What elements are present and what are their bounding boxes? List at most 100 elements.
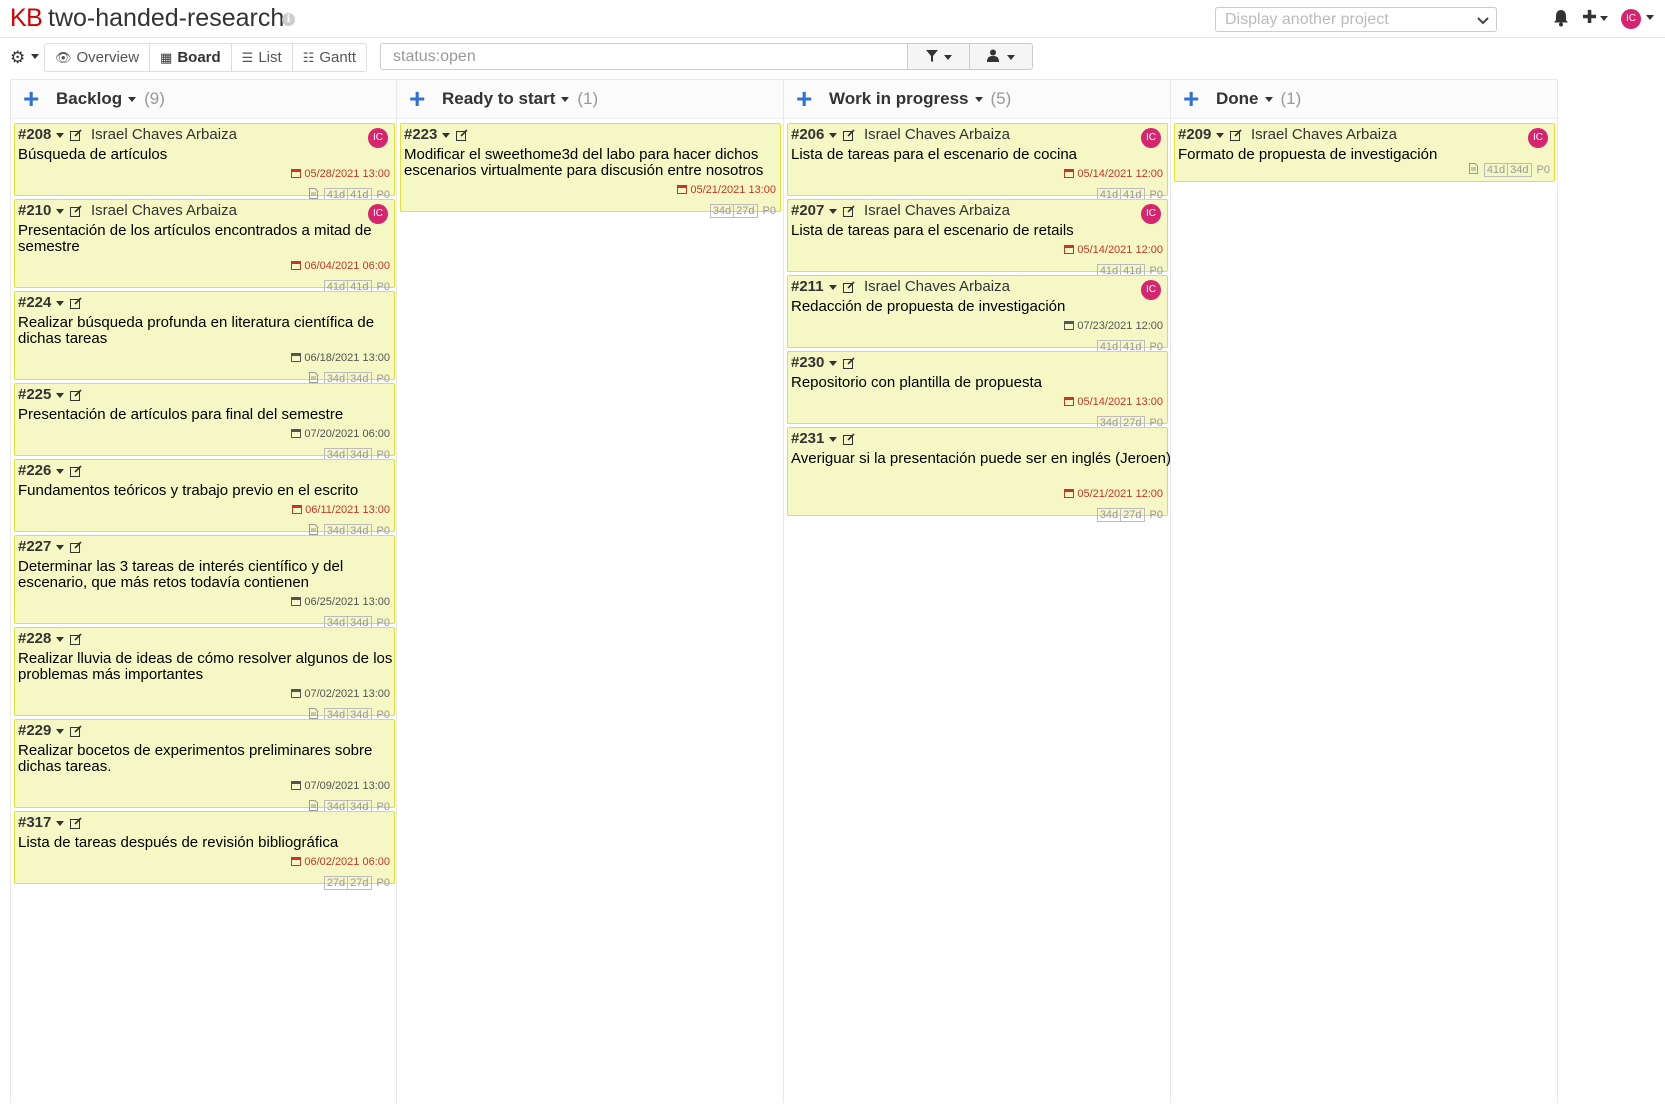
task-id-dropdown[interactable]: #206: [791, 126, 838, 143]
description-icon[interactable]: [1468, 163, 1484, 177]
task-card[interactable]: #225 Presentación de artículos para final…: [14, 383, 395, 462]
edit-icon[interactable]: [70, 816, 82, 829]
task-id-dropdown[interactable]: #209: [1178, 126, 1225, 143]
add-menu-button[interactable]: ✚: [1582, 7, 1609, 28]
task-assignee[interactable]: Israel Chaves Arbaiza: [91, 126, 237, 143]
filter-dropdown-button[interactable]: [907, 43, 970, 70]
task-id-dropdown[interactable]: #228: [18, 630, 65, 647]
task-assignee[interactable]: Israel Chaves Arbaiza: [1251, 126, 1397, 143]
edit-icon[interactable]: [1230, 128, 1242, 141]
view-overview-button[interactable]: 👁 Overview: [45, 44, 151, 71]
task-title[interactable]: Fundamentos teóricos y trabajo previo en…: [18, 483, 408, 499]
task-card[interactable]: #210 Israel Chaves Arbaiza IC Presentación …: [14, 199, 395, 294]
edit-icon[interactable]: [70, 204, 82, 217]
task-id-dropdown[interactable]: #211: [791, 278, 837, 295]
task-id-dropdown[interactable]: #208: [18, 126, 65, 143]
task-id-dropdown[interactable]: #226: [18, 462, 65, 479]
task-assignee[interactable]: Israel Chaves Arbaiza: [91, 202, 237, 219]
task-title[interactable]: Realizar lluvia de ideas de cómo resolve…: [18, 651, 408, 683]
edit-icon[interactable]: [70, 388, 82, 401]
column-title[interactable]: Backlog (9): [56, 89, 165, 109]
task-title[interactable]: Determinar las 3 tareas de interés cient…: [18, 559, 408, 591]
edit-icon[interactable]: [843, 432, 855, 445]
edit-icon[interactable]: [70, 296, 82, 309]
filter-input[interactable]: status:open: [380, 43, 908, 70]
task-title[interactable]: Lista de tareas después de revisión bibl…: [18, 835, 408, 851]
task-card[interactable]: #227 Determinar las 3 tareas de interés c…: [14, 535, 395, 630]
task-title[interactable]: Repositorio con plantilla de propuesta: [791, 375, 1181, 391]
edit-icon[interactable]: [70, 464, 82, 477]
edit-icon[interactable]: [70, 128, 82, 141]
task-card[interactable]: #228 Realizar lluvia de ideas de cómo res…: [14, 627, 395, 722]
edit-icon[interactable]: [843, 204, 855, 217]
caret-down-icon[interactable]: [974, 97, 983, 103]
task-card[interactable]: #231 Averiguar si la presentación puede s…: [787, 427, 1171, 522]
task-title[interactable]: Presentación de los artículos encontrado…: [18, 223, 408, 255]
gear-icon[interactable]: ⚙: [10, 48, 25, 68]
task-title[interactable]: Lista de tareas para el escenario de coc…: [791, 147, 1181, 163]
task-title[interactable]: Búsqueda de artículos: [18, 147, 408, 163]
task-card[interactable]: #230 Repositorio con plantilla de propues…: [787, 351, 1168, 430]
column-title[interactable]: Done (1): [1216, 89, 1301, 109]
add-task-icon[interactable]: +: [796, 85, 812, 113]
edit-icon[interactable]: [843, 128, 855, 141]
view-list-button[interactable]: ☰ List: [231, 44, 293, 71]
caret-down-icon[interactable]: [561, 97, 570, 103]
task-id-dropdown[interactable]: #229: [18, 722, 65, 739]
caret-down-icon[interactable]: [31, 54, 39, 59]
task-card[interactable]: #317 Lista de tareas después de revisión …: [14, 811, 395, 890]
task-id-dropdown[interactable]: #224: [18, 294, 65, 311]
task-id-dropdown[interactable]: #230: [791, 354, 838, 371]
caret-down-icon[interactable]: [1264, 97, 1273, 103]
task-card[interactable]: #208 Israel Chaves Arbaiza IC Búsqueda de a…: [14, 123, 395, 202]
task-card[interactable]: #209 Israel Chaves Arbaiza IC Formato de pr…: [1174, 123, 1555, 182]
task-title[interactable]: Modificar el sweethome3d del labo para h…: [404, 147, 794, 179]
edit-icon[interactable]: [70, 724, 82, 737]
task-title[interactable]: Realizar bocetos de experimentos prelimi…: [18, 743, 408, 775]
task-title[interactable]: Redacción de propuesta de investigación: [791, 299, 1181, 315]
task-assignee[interactable]: Israel Chaves Arbaiza: [864, 126, 1010, 143]
edit-icon[interactable]: [843, 356, 855, 369]
edit-icon[interactable]: [843, 280, 855, 293]
task-title[interactable]: Lista de tareas para el escenario de ret…: [791, 223, 1181, 239]
task-card[interactable]: #207 Israel Chaves Arbaiza IC Lista de tare…: [787, 199, 1168, 278]
task-title[interactable]: Presentación de artículos para final del…: [18, 407, 408, 423]
task-card[interactable]: #223 Modificar el sweethome3d del labo pa…: [400, 123, 781, 218]
add-task-icon[interactable]: +: [23, 85, 39, 113]
task-id-dropdown[interactable]: #223: [404, 126, 451, 143]
view-board-button[interactable]: ▦ Board: [150, 44, 232, 71]
task-card[interactable]: #224 Realizar búsqueda profunda en litera…: [14, 291, 395, 386]
bell-icon[interactable]: [1553, 9, 1569, 27]
task-id-dropdown[interactable]: #225: [18, 386, 65, 403]
task-id-dropdown[interactable]: #231: [791, 430, 838, 447]
app-logo[interactable]: KB: [10, 4, 43, 33]
task-assignee[interactable]: Israel Chaves Arbaiza: [864, 202, 1010, 219]
add-task-icon[interactable]: +: [409, 85, 425, 113]
task-id-dropdown[interactable]: #227: [18, 538, 65, 555]
column-title[interactable]: Ready to start (1): [442, 89, 598, 109]
task-id-dropdown[interactable]: #207: [791, 202, 838, 219]
task-card[interactable]: #226 Fundamentos teóricos y trabajo previ…: [14, 459, 395, 538]
edit-icon[interactable]: [70, 632, 82, 645]
task-id-dropdown[interactable]: #210: [18, 202, 65, 219]
column-title[interactable]: Work in progress (5): [829, 89, 1011, 109]
task-title[interactable]: Realizar búsqueda profunda en literatura…: [18, 315, 408, 347]
task-title[interactable]: Formato de propuesta de investigación: [1178, 147, 1568, 163]
task-title[interactable]: Averiguar si la presentación puede ser e…: [791, 451, 1181, 467]
info-icon[interactable]: i: [282, 13, 295, 26]
caret-down-icon[interactable]: [128, 97, 137, 103]
task-card[interactable]: #211 Israel Chaves Arbaiza IC Redacción de …: [787, 275, 1168, 354]
caret-down-icon: [56, 208, 65, 214]
project-switcher-select[interactable]: Display another project: [1215, 7, 1497, 32]
edit-icon[interactable]: [456, 128, 468, 141]
task-id-dropdown[interactable]: #317: [18, 814, 65, 831]
add-task-icon[interactable]: +: [1183, 85, 1199, 113]
task-card[interactable]: #229 Realizar bocetos de experimentos pre…: [14, 719, 395, 814]
task-assignee[interactable]: Israel Chaves Arbaiza: [864, 278, 1010, 295]
edit-icon[interactable]: [70, 540, 82, 553]
task-card[interactable]: #206 Israel Chaves Arbaiza IC Lista de tare…: [787, 123, 1168, 202]
caret-down-icon[interactable]: [1646, 15, 1654, 20]
user-avatar[interactable]: IC: [1621, 9, 1641, 29]
view-gantt-button[interactable]: ☷ Gantt: [292, 44, 367, 71]
user-filter-button[interactable]: [969, 43, 1033, 70]
